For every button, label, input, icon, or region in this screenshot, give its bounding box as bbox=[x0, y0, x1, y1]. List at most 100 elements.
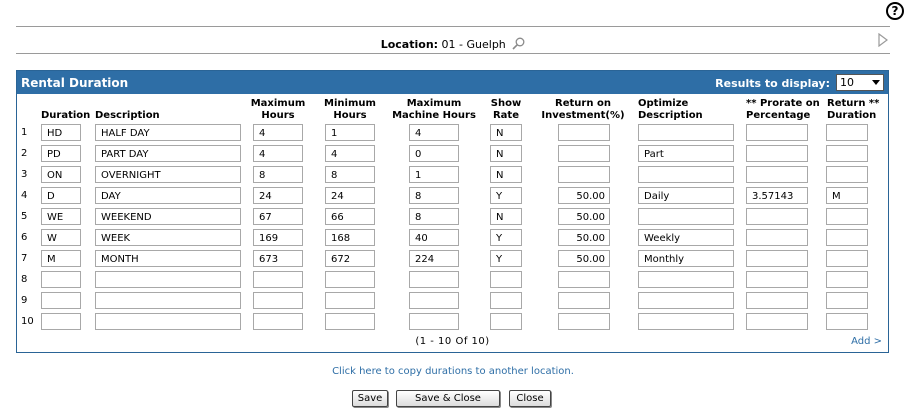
show-rate-input[interactable]: N bbox=[490, 208, 522, 225]
optimize-input[interactable]: Part bbox=[638, 145, 734, 162]
duration-input[interactable] bbox=[41, 313, 81, 330]
return-duration-input[interactable] bbox=[826, 208, 868, 225]
duration-input[interactable] bbox=[41, 292, 81, 309]
help-icon[interactable]: ? bbox=[886, 2, 904, 20]
max-hours-input[interactable] bbox=[253, 271, 303, 288]
min-hours-input[interactable]: 66 bbox=[325, 208, 375, 225]
duration-input[interactable]: W bbox=[41, 229, 81, 246]
optimize-input[interactable] bbox=[638, 124, 734, 141]
max-machine-input[interactable]: 1 bbox=[409, 166, 459, 183]
results-to-display-select[interactable]: 10 bbox=[836, 74, 884, 91]
roi-input[interactable] bbox=[558, 124, 610, 141]
roi-input[interactable] bbox=[558, 313, 610, 330]
max-hours-input[interactable]: 24 bbox=[253, 187, 303, 204]
prorate-input[interactable] bbox=[746, 229, 808, 246]
return-duration-input[interactable] bbox=[826, 250, 868, 267]
optimize-input[interactable] bbox=[638, 208, 734, 225]
optimize-input[interactable]: Daily bbox=[638, 187, 734, 204]
max-hours-input[interactable]: 8 bbox=[253, 166, 303, 183]
show-rate-input[interactable] bbox=[490, 313, 522, 330]
optimize-input[interactable] bbox=[638, 271, 734, 288]
return-duration-input[interactable] bbox=[826, 124, 868, 141]
show-rate-input[interactable]: Y bbox=[490, 250, 522, 267]
min-hours-input[interactable]: 672 bbox=[325, 250, 375, 267]
description-input[interactable]: WEEKEND bbox=[95, 208, 241, 225]
max-hours-input[interactable]: 67 bbox=[253, 208, 303, 225]
min-hours-input[interactable]: 24 bbox=[325, 187, 375, 204]
description-input[interactable]: HALF DAY bbox=[95, 124, 241, 141]
show-rate-input[interactable] bbox=[490, 271, 522, 288]
return-duration-input[interactable] bbox=[826, 229, 868, 246]
show-rate-input[interactable] bbox=[490, 292, 522, 309]
roi-input[interactable]: 50.00 bbox=[558, 187, 610, 204]
min-hours-input[interactable]: 8 bbox=[325, 166, 375, 183]
roi-input[interactable]: 50.00 bbox=[558, 208, 610, 225]
description-input[interactable] bbox=[95, 292, 241, 309]
prorate-input[interactable]: 3.57143 bbox=[746, 187, 808, 204]
roi-input[interactable] bbox=[558, 166, 610, 183]
show-rate-input[interactable]: Y bbox=[490, 187, 522, 204]
description-input[interactable]: OVERNIGHT bbox=[95, 166, 241, 183]
min-hours-input[interactable] bbox=[325, 271, 375, 288]
show-rate-input[interactable]: N bbox=[490, 166, 522, 183]
save-button[interactable]: Save bbox=[352, 390, 388, 407]
description-input[interactable]: WEEK bbox=[95, 229, 241, 246]
description-input[interactable] bbox=[95, 313, 241, 330]
roi-input[interactable] bbox=[558, 271, 610, 288]
max-machine-input[interactable] bbox=[409, 271, 459, 288]
duration-input[interactable]: PD bbox=[41, 145, 81, 162]
prorate-input[interactable] bbox=[746, 124, 808, 141]
max-machine-input[interactable]: 8 bbox=[409, 187, 459, 204]
magnifier-icon[interactable] bbox=[512, 37, 525, 50]
max-hours-input[interactable]: 4 bbox=[253, 124, 303, 141]
min-hours-input[interactable]: 1 bbox=[325, 124, 375, 141]
duration-input[interactable]: D bbox=[41, 187, 81, 204]
prorate-input[interactable] bbox=[746, 145, 808, 162]
max-hours-input[interactable]: 4 bbox=[253, 145, 303, 162]
max-hours-input[interactable]: 169 bbox=[253, 229, 303, 246]
close-button[interactable]: Close bbox=[509, 390, 551, 407]
return-duration-input[interactable] bbox=[826, 292, 868, 309]
return-duration-input[interactable] bbox=[826, 166, 868, 183]
max-machine-input[interactable]: 224 bbox=[409, 250, 459, 267]
prorate-input[interactable] bbox=[746, 271, 808, 288]
max-hours-input[interactable]: 673 bbox=[253, 250, 303, 267]
description-input[interactable] bbox=[95, 271, 241, 288]
optimize-input[interactable] bbox=[638, 313, 734, 330]
description-input[interactable]: PART DAY bbox=[95, 145, 241, 162]
return-duration-input[interactable] bbox=[826, 145, 868, 162]
roi-input[interactable] bbox=[558, 145, 610, 162]
optimize-input[interactable] bbox=[638, 292, 734, 309]
copy-durations-link[interactable]: Click here to copy durations to another … bbox=[0, 366, 906, 377]
roi-input[interactable]: 50.00 bbox=[558, 229, 610, 246]
show-rate-input[interactable]: N bbox=[490, 145, 522, 162]
prorate-input[interactable] bbox=[746, 208, 808, 225]
roi-input[interactable]: 50.00 bbox=[558, 250, 610, 267]
duration-input[interactable]: ON bbox=[41, 166, 81, 183]
optimize-input[interactable] bbox=[638, 166, 734, 183]
max-machine-input[interactable]: 0 bbox=[409, 145, 459, 162]
return-duration-input[interactable] bbox=[826, 271, 868, 288]
duration-input[interactable]: M bbox=[41, 250, 81, 267]
prorate-input[interactable] bbox=[746, 292, 808, 309]
save-close-button[interactable]: Save & Close bbox=[396, 390, 500, 407]
add-link[interactable]: Add > bbox=[851, 336, 882, 347]
max-machine-input[interactable]: 40 bbox=[409, 229, 459, 246]
show-rate-input[interactable]: Y bbox=[490, 229, 522, 246]
min-hours-input[interactable]: 168 bbox=[325, 229, 375, 246]
max-hours-input[interactable] bbox=[253, 292, 303, 309]
min-hours-input[interactable] bbox=[325, 292, 375, 309]
roi-input[interactable] bbox=[558, 292, 610, 309]
optimize-input[interactable]: Monthly bbox=[638, 250, 734, 267]
min-hours-input[interactable]: 4 bbox=[325, 145, 375, 162]
return-duration-input[interactable]: M bbox=[826, 187, 868, 204]
max-hours-input[interactable] bbox=[253, 313, 303, 330]
show-rate-input[interactable]: N bbox=[490, 124, 522, 141]
return-duration-input[interactable] bbox=[826, 313, 868, 330]
description-input[interactable]: MONTH bbox=[95, 250, 241, 267]
min-hours-input[interactable] bbox=[325, 313, 375, 330]
description-input[interactable]: DAY bbox=[95, 187, 241, 204]
duration-input[interactable]: HD bbox=[41, 124, 81, 141]
max-machine-input[interactable] bbox=[409, 292, 459, 309]
max-machine-input[interactable]: 4 bbox=[409, 124, 459, 141]
